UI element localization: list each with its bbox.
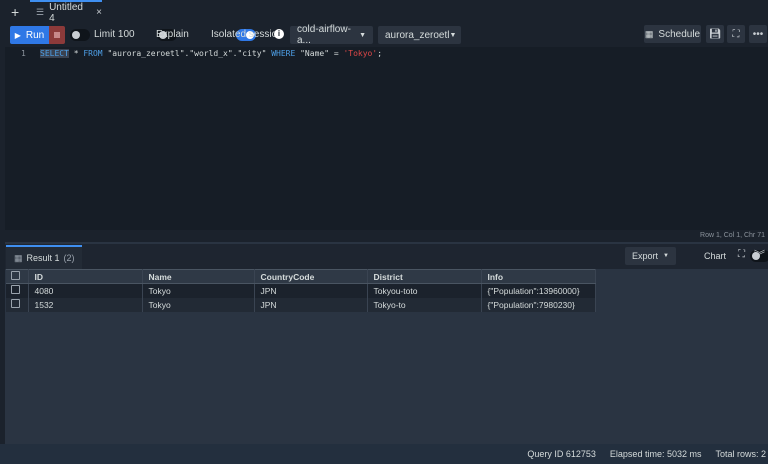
column-header-id[interactable]: ID [28, 269, 143, 284]
tab-bar [0, 0, 768, 23]
code-text: ; [377, 49, 383, 58]
cell-info[interactable]: {"Population":7980230} [481, 297, 596, 312]
column-header-name[interactable]: Name [142, 269, 255, 284]
cell-id[interactable]: 1532 [28, 297, 143, 312]
keyword: SELECT [40, 49, 69, 58]
chevron-down-icon: ▼ [449, 31, 457, 39]
export-button[interactable]: Export ▼ [625, 247, 676, 265]
save-icon: 💾︎ [708, 28, 722, 40]
chevron-down-icon: ▼ [359, 31, 366, 39]
close-tab-icon[interactable]: × [96, 7, 102, 18]
stop-icon [54, 32, 60, 38]
stop-button[interactable] [49, 26, 65, 44]
code-text: "aurora_zeroetl"."world_x"."city" [102, 49, 272, 58]
schedule-button[interactable]: ▦ Schedule [644, 25, 701, 43]
keyword: FROM [83, 49, 103, 58]
select-all-checkbox[interactable] [6, 269, 29, 284]
chart-label: Chart [704, 251, 727, 261]
cell-info[interactable]: {"Population":13960000} [481, 283, 596, 298]
column-header-info[interactable]: Info [481, 269, 596, 284]
limit-toggle[interactable] [70, 29, 90, 41]
status-bar: Query ID 612753 Elapsed time: 5032 ms To… [0, 444, 768, 464]
play-icon: ▶ [14, 30, 21, 40]
table-icon: ▦ [14, 252, 23, 263]
more-button[interactable]: ••• [749, 25, 767, 43]
cursor-position: Row 1, Col 1, Chr 71 [5, 230, 768, 242]
query-id: Query ID 612753 [527, 449, 596, 459]
save-button[interactable]: 💾︎ [706, 25, 724, 43]
collapse-icon[interactable]: ︾ [754, 247, 765, 263]
elapsed-time: Elapsed time: 5032 ms [609, 449, 702, 459]
table-header: ID Name CountryCode District Info [6, 269, 596, 284]
cell-countrycode[interactable]: JPN [254, 297, 368, 312]
connection-select[interactable]: cold-airflow-a... ▼ [290, 24, 373, 46]
limit-label: Limit 100 [94, 29, 135, 40]
info-icon[interactable]: i [274, 29, 284, 39]
expand-icon: ⛶ [732, 28, 740, 40]
line-number: 1 [21, 49, 26, 58]
total-rows: Total rows: 2 [715, 449, 766, 459]
tab-untitled-4[interactable]: ☰ Untitled 4 × [30, 0, 102, 24]
column-header-countrycode[interactable]: CountryCode [254, 269, 368, 284]
run-button[interactable]: ▶ Run [10, 26, 49, 44]
table-row[interactable]: 1532 Tokyo JPN Tokyo-to {"Population":79… [6, 297, 596, 312]
string-literal: 'Tokyo' [343, 49, 378, 58]
code-text: * [68, 49, 84, 58]
expand-icon[interactable]: ⛶ [738, 249, 745, 260]
new-tab-button[interactable]: + [11, 4, 19, 20]
cell-district[interactable]: Tokyo-to [367, 297, 482, 312]
query-icon: ☰ [36, 7, 45, 17]
fullscreen-button[interactable]: ⛶ [727, 25, 745, 43]
cell-countrycode[interactable]: JPN [254, 283, 368, 298]
chevron-down-icon: ▼ [663, 253, 669, 259]
code-text: "Name" = [295, 49, 344, 58]
results-table: ID Name CountryCode District Info 4080 T… [6, 269, 596, 312]
tab-result-1[interactable]: ▦ Result 1 (2) [6, 245, 82, 269]
tab-label: Untitled 4 [49, 1, 83, 24]
sql-editor[interactable] [5, 47, 768, 230]
row-checkbox[interactable] [6, 283, 29, 298]
isolated-session-label: Isolated session [211, 29, 283, 40]
table-row[interactable]: 4080 Tokyo JPN Tokyou-toto {"Population"… [6, 283, 596, 298]
calendar-icon: ▦ [644, 28, 654, 39]
cell-district[interactable]: Tokyou-toto [367, 283, 482, 298]
cell-id[interactable]: 4080 [28, 283, 143, 298]
column-header-district[interactable]: District [367, 269, 482, 284]
more-icon: ••• [752, 28, 764, 40]
database-select[interactable]: aurora_zeroetl ▼ [378, 26, 461, 44]
cell-name[interactable]: Tokyo [142, 297, 255, 312]
explain-label: Explain [156, 29, 189, 40]
row-checkbox[interactable] [6, 297, 29, 312]
keyword: WHERE [271, 49, 296, 58]
cell-name[interactable]: Tokyo [142, 283, 255, 298]
code-line[interactable]: SELECT * FROM "aurora_zeroetl"."world_x"… [40, 49, 382, 58]
